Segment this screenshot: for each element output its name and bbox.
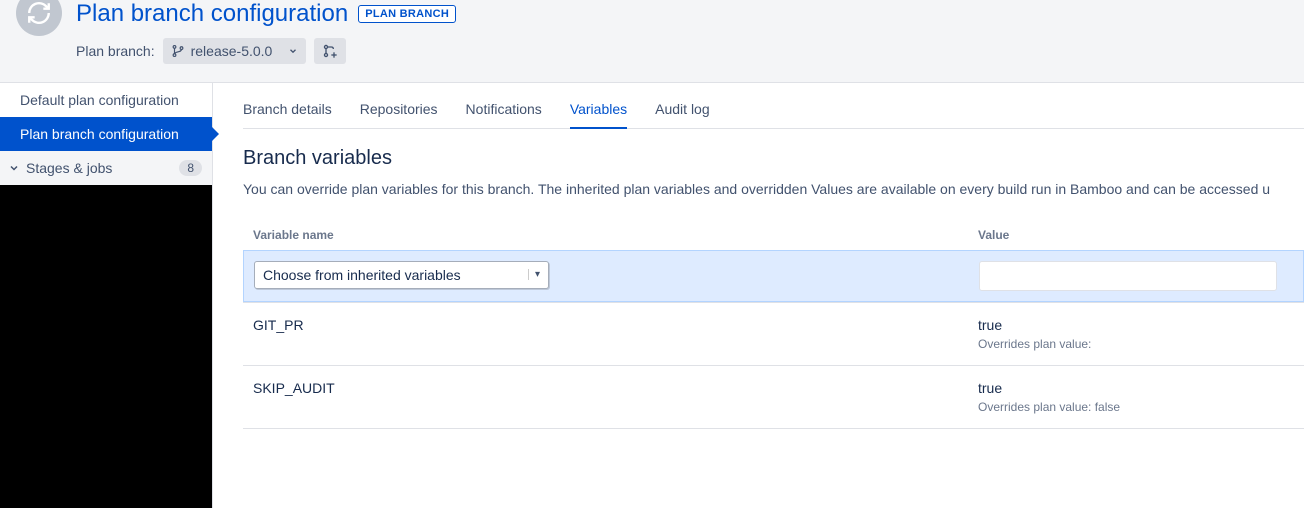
caret-down-icon: ▾ [528,269,540,280]
branch-selector[interactable]: release-5.0.0 [163,38,307,64]
main-content: Branch details Repositories Notification… [213,83,1304,508]
col-header-name: Variable name [253,228,978,242]
tab-repositories[interactable]: Repositories [360,101,438,129]
sidebar-section-label: Stages & jobs [26,160,112,176]
col-header-value: Value [978,228,1294,242]
table-row: GIT_PR true Overrides plan value: [243,302,1304,365]
page-header: Plan branch configuration PLAN BRANCH Pl… [0,0,1304,83]
tab-label: Branch details [243,101,332,117]
sidebar: Default plan configuration Plan branch c… [0,83,213,508]
variable-value: true [978,380,1294,396]
create-branch-button[interactable] [314,38,346,64]
variable-name: GIT_PR [253,317,978,333]
add-variable-row: Choose from inherited variables ▾ [243,250,1304,302]
tab-notifications[interactable]: Notifications [466,101,542,129]
tabs: Branch details Repositories Notification… [243,101,1304,129]
git-branch-plus-icon [322,43,338,59]
chevron-down-icon [288,46,298,56]
sidebar-section-count: 8 [179,160,202,176]
variable-value: true [978,317,1294,333]
override-note: Overrides plan value: [978,337,1294,351]
branch-selector-value: release-5.0.0 [191,43,273,59]
variables-table: Variable name Value Choose from inherite… [243,220,1304,429]
page-title: Plan branch configuration [76,0,348,28]
inherited-variable-select[interactable]: Choose from inherited variables ▾ [254,261,549,289]
section-description: You can override plan variables for this… [243,180,1304,200]
tab-label: Notifications [466,101,542,117]
sidebar-item-default-plan[interactable]: Default plan configuration [0,83,212,117]
tab-label: Audit log [655,101,709,117]
sidebar-item-label: Default plan configuration [20,92,179,108]
tab-label: Variables [570,101,627,117]
plan-branch-badge: PLAN BRANCH [358,5,456,23]
select-placeholder: Choose from inherited variables [263,267,461,283]
sidebar-bottom-area [0,185,212,508]
tab-variables[interactable]: Variables [570,101,627,129]
refresh-icon [26,0,52,26]
table-row: SKIP_AUDIT true Overrides plan value: fa… [243,365,1304,428]
tab-branch-details[interactable]: Branch details [243,101,332,129]
variable-name: SKIP_AUDIT [253,380,978,396]
plan-branch-label: Plan branch: [76,43,155,59]
section-heading: Branch variables [243,147,1304,170]
chevron-down-icon [8,162,20,174]
git-branch-icon [171,44,185,58]
tab-label: Repositories [360,101,438,117]
sidebar-item-label: Plan branch configuration [20,126,179,142]
sidebar-item-plan-branch[interactable]: Plan branch configuration [0,117,212,151]
new-variable-value-input[interactable] [979,261,1277,291]
tab-audit-log[interactable]: Audit log [655,101,709,129]
override-note: Overrides plan value: false [978,400,1294,414]
sidebar-stages-jobs[interactable]: Stages & jobs 8 [0,151,212,185]
plan-logo [16,0,62,36]
